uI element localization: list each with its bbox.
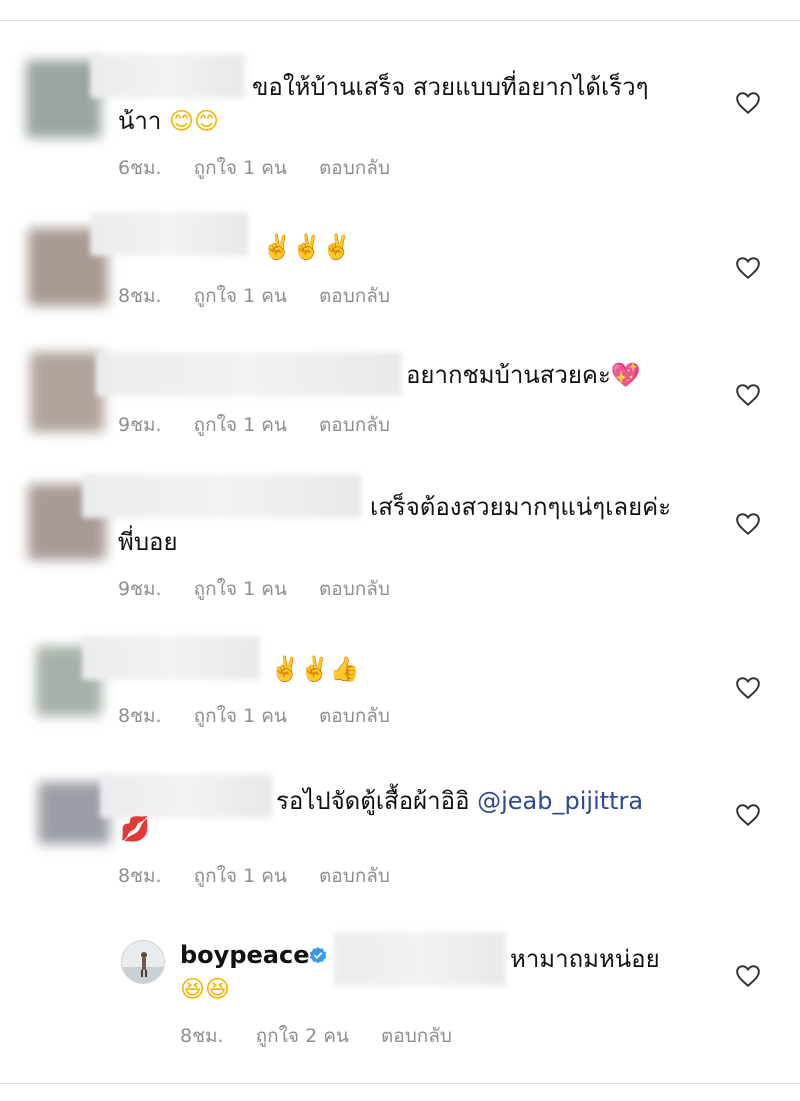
username-blurred[interactable] — [82, 636, 260, 680]
reply-link[interactable]: ตอบกลับ — [319, 414, 390, 436]
username-blurred[interactable] — [96, 352, 402, 396]
username-blurred[interactable] — [90, 54, 245, 98]
comment-text: ขอให้บ้านเสร็จ สวยแบบที่อยากได้เร็วๆ — [252, 73, 649, 101]
likes-count[interactable]: ถูกใจ 1 คน — [194, 157, 287, 179]
comment-text: รอไปจัดตู้เสื้อผ้าอิอิ @jeab_pijittra — [276, 784, 643, 818]
username-blurred[interactable] — [90, 212, 248, 256]
comment-meta: 6ชม. ถูกใจ 1 คน ตอบกลับ — [118, 153, 416, 183]
heart-outline-icon[interactable] — [735, 803, 761, 827]
grinning-squint-emoji-icon: 😆😆 — [180, 975, 231, 1003]
heart-outline-icon[interactable] — [735, 676, 761, 700]
likes-count[interactable]: ถูกใจ 1 คน — [194, 578, 287, 600]
likes-count[interactable]: ถูกใจ 1 คน — [194, 285, 287, 307]
likes-count[interactable]: ถูกใจ 1 คน — [194, 414, 287, 436]
mention-link[interactable]: @jeab_pijittra — [477, 787, 643, 815]
avatar[interactable] — [30, 352, 104, 432]
smile-emoji-icon: 😊😊 — [169, 107, 220, 135]
comment-meta: 8ชม. ถูกใจ 1 คน ตอบกลับ — [118, 281, 416, 311]
victory-thumbs-emoji-icon: ✌️✌️👍 — [270, 655, 360, 683]
reply-link[interactable]: ตอบกลับ — [319, 285, 390, 307]
comment-meta: 9ชม. ถูกใจ 1 คน ตอบกลับ — [118, 410, 416, 440]
avatar[interactable] — [121, 940, 165, 984]
timestamp: 8ชม. — [180, 1025, 224, 1047]
heart-outline-icon[interactable] — [735, 256, 761, 280]
reply-link[interactable]: ตอบกลับ — [319, 865, 390, 887]
victory-hand-emoji-icon: ✌️✌️✌️ — [262, 233, 352, 261]
verified-badge-icon — [309, 947, 327, 964]
reply-link[interactable]: ตอบกลับ — [381, 1025, 452, 1047]
comment-meta: 9ชม. ถูกใจ 1 คน ตอบกลับ — [118, 574, 416, 604]
timestamp: 8ชม. — [118, 865, 162, 887]
timestamp: 6ชม. — [118, 157, 162, 179]
timestamp: 8ชม. — [118, 285, 162, 307]
reply-username[interactable]: boypeace — [180, 941, 309, 969]
comment-text-cont: น้าา — [118, 107, 162, 135]
likes-count[interactable]: ถูกใจ 1 คน — [194, 865, 287, 887]
comment-meta: 8ชม. ถูกใจ 1 คน ตอบกลับ — [118, 861, 416, 891]
heart-outline-icon[interactable] — [735, 512, 761, 536]
reply-text-line2: 😆😆 — [180, 972, 230, 1006]
comment-text-line2: พี่บอย — [118, 528, 178, 556]
heart-outline-icon[interactable] — [735, 91, 761, 115]
reply-meta: 8ชม. ถูกใจ 2 คน ตอบกลับ — [180, 1021, 478, 1051]
likes-count[interactable]: ถูกใจ 2 คน — [256, 1025, 349, 1047]
reply-text: หามาถมหน่อย — [510, 945, 660, 973]
sparkling-heart-emoji-icon: 💖 — [610, 361, 641, 389]
comment-text: ✌️✌️✌️ — [262, 230, 352, 264]
username-blurred[interactable] — [82, 474, 362, 518]
timestamp: 9ชม. — [118, 414, 162, 436]
comment-text-body: รอไปจัดตู้เสื้อผ้าอิอิ — [276, 787, 470, 815]
comment-text: ✌️✌️👍 — [270, 652, 360, 686]
reply-link[interactable]: ตอบกลับ — [319, 157, 390, 179]
comment-text-line2: น้าา 😊😊 — [118, 104, 219, 138]
comment-meta: 8ชม. ถูกใจ 1 คน ตอบกลับ — [118, 701, 416, 731]
comment-text: เสร็จต้องสวยมากๆแน่ๆเลยค่ะ — [370, 493, 672, 521]
heart-outline-icon[interactable] — [735, 964, 761, 988]
comment-text: อยากชมบ้านสวยคะ💖 — [406, 358, 641, 392]
reply-link[interactable]: ตอบกลับ — [319, 578, 390, 600]
comment-text-line2: 💋 — [120, 812, 150, 846]
reply-link[interactable]: ตอบกลับ — [319, 705, 390, 727]
heart-outline-icon[interactable] — [735, 383, 761, 407]
comment-text-body: อยากชมบ้านสวยคะ — [406, 361, 611, 389]
kiss-mark-emoji-icon: 💋 — [120, 815, 150, 843]
bottom-divider — [0, 1083, 800, 1084]
likes-count[interactable]: ถูกใจ 1 คน — [194, 705, 287, 727]
mention-blurred[interactable] — [334, 932, 506, 986]
top-divider — [0, 20, 800, 21]
profile-photo-icon — [122, 941, 164, 983]
timestamp: 8ชม. — [118, 705, 162, 727]
timestamp: 9ชม. — [118, 578, 162, 600]
